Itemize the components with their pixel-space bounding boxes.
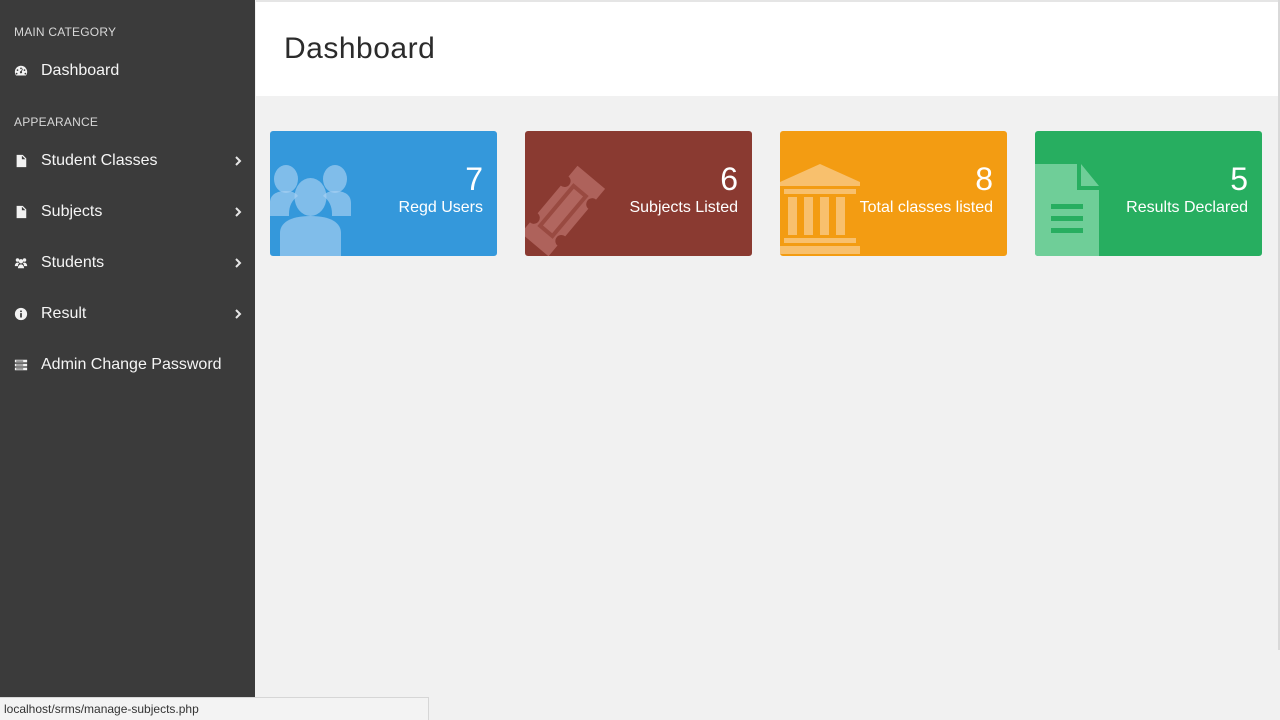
info-icon — [14, 307, 28, 321]
stat-label: Total classes listed — [859, 199, 993, 216]
browser-status-url: localhost/srms/manage-subjects.php — [0, 697, 429, 720]
sidebar-item-label: Student Classes — [41, 152, 158, 169]
stat-label: Subjects Listed — [629, 199, 738, 216]
sidebar-item-student-classes[interactable]: Student Classes — [0, 141, 255, 181]
page-title: Dashboard — [284, 32, 436, 65]
stat-count: 8 — [975, 161, 993, 197]
file-text-icon — [1035, 164, 1099, 256]
sidebar-item-admin-change-password[interactable]: Admin Change Password — [0, 345, 255, 385]
stat-label: Results Declared — [1126, 199, 1248, 216]
sidebar: MAIN CATEGORY Dashboard APPEARANCE Stude… — [0, 0, 255, 720]
file-icon — [14, 205, 28, 219]
chevron-right-icon — [233, 153, 243, 169]
stat-label: Regd Users — [398, 199, 483, 216]
sidebar-item-label: Result — [41, 305, 87, 322]
sidebar-item-dashboard[interactable]: Dashboard — [0, 51, 255, 91]
ticket-icon — [525, 165, 606, 256]
stat-count: 5 — [1230, 161, 1248, 197]
dashboard-gauge-icon — [14, 64, 28, 78]
sidebar-item-students[interactable]: Students — [0, 243, 255, 283]
page-header: Dashboard — [256, 0, 1280, 96]
stat-card-regd-users[interactable]: 7 Regd Users — [270, 131, 497, 256]
stat-card-subjects-listed[interactable]: 6 Subjects Listed — [525, 131, 752, 256]
sidebar-item-label: Students — [41, 254, 105, 271]
users-icon — [270, 165, 351, 256]
section-title-appearance: APPEARANCE — [14, 115, 99, 129]
sidebar-item-subjects[interactable]: Subjects — [0, 192, 255, 232]
chevron-right-icon — [233, 306, 243, 322]
stat-count: 6 — [720, 161, 738, 197]
sidebar-item-label: Admin Change Password — [41, 356, 222, 373]
stat-card-results-declared[interactable]: 5 Results Declared — [1035, 131, 1262, 256]
users-icon — [14, 256, 28, 270]
file-icon — [14, 154, 28, 168]
bank-icon — [780, 164, 860, 254]
sidebar-item-label: Subjects — [41, 203, 103, 220]
section-title-main-category: MAIN CATEGORY — [14, 25, 117, 39]
sidebar-item-label: Dashboard — [41, 62, 120, 79]
stat-count: 7 — [465, 161, 483, 197]
server-icon — [14, 358, 28, 372]
stat-card-total-classes[interactable]: 8 Total classes listed — [780, 131, 1007, 256]
chevron-right-icon — [233, 255, 243, 271]
sidebar-item-result[interactable]: Result — [0, 294, 255, 334]
chevron-right-icon — [233, 204, 243, 220]
